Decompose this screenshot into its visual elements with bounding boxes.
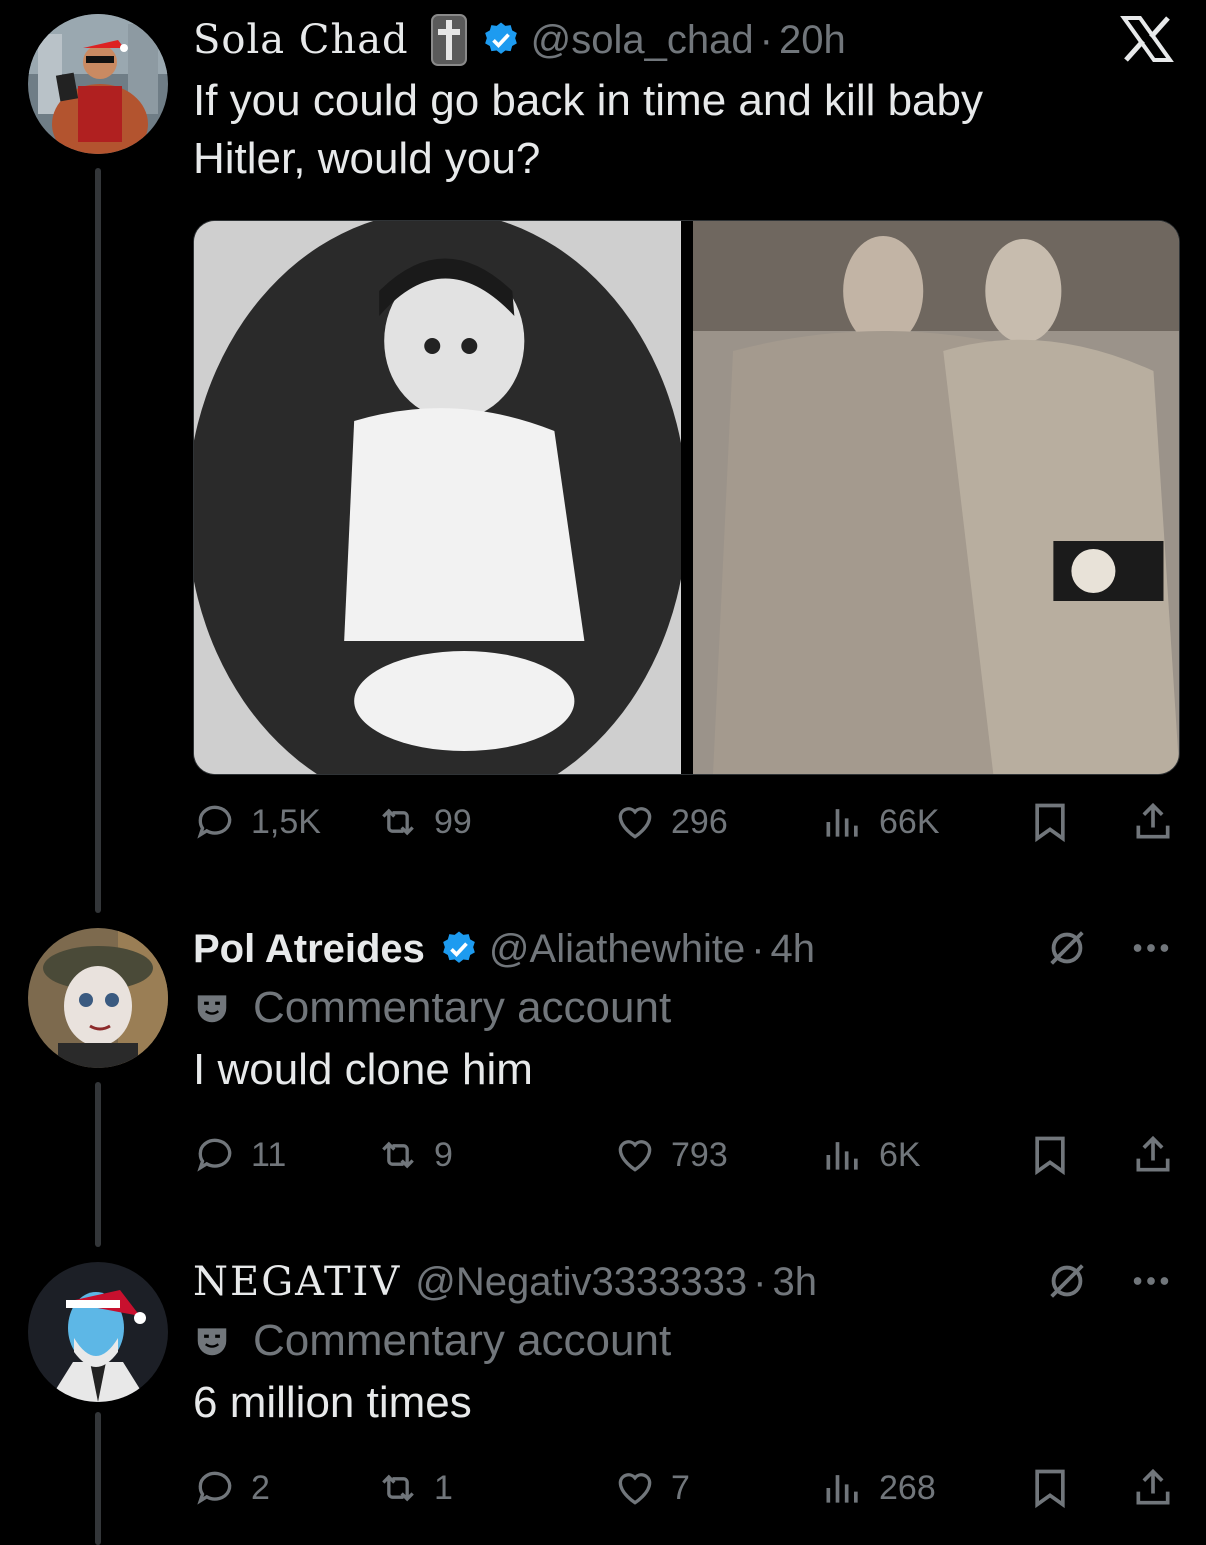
views-count: 268 [879, 1468, 936, 1507]
repost-icon [382, 1141, 414, 1169]
like-count: 7 [671, 1468, 690, 1507]
reply-count: 11 [251, 1135, 287, 1174]
avatar[interactable] [28, 1262, 168, 1402]
avatar[interactable] [28, 14, 168, 154]
uniform-photo-image[interactable] [692, 221, 1179, 774]
like-count: 793 [671, 1135, 728, 1174]
heart-icon [618, 807, 652, 839]
share-icon [1136, 1135, 1170, 1172]
reply-count: 1,5K [251, 802, 321, 841]
reply-button[interactable]: 1,5K [193, 800, 321, 844]
share-icon [1136, 802, 1170, 839]
like-button[interactable]: 7 [613, 1466, 690, 1510]
reply-button[interactable]: 2 [193, 1466, 270, 1510]
more-options-icon[interactable] [1128, 925, 1174, 971]
timestamp[interactable]: 3h [773, 1258, 818, 1306]
heart-icon [618, 1140, 652, 1172]
thread-line [95, 168, 101, 913]
repost-button[interactable]: 99 [376, 800, 472, 844]
baby-photo-image[interactable] [194, 221, 681, 774]
repost-count: 9 [434, 1135, 453, 1174]
grok-icon[interactable] [1044, 1258, 1090, 1304]
repost-count: 1 [434, 1468, 453, 1507]
user-handle[interactable]: @Negativ3333333 [415, 1258, 747, 1306]
verified-badge-icon[interactable] [481, 20, 521, 60]
display-name[interactable]: Sola Chad [193, 16, 409, 64]
commentary-text: Commentary account [253, 1316, 672, 1365]
separator-dot: · [753, 1260, 767, 1304]
repost-button[interactable]: 9 [376, 1133, 453, 1177]
tweet-text: I would clone him [193, 1045, 533, 1094]
heart-icon [618, 1473, 652, 1505]
tweet-media[interactable] [193, 220, 1180, 775]
timestamp[interactable]: 4h [771, 925, 816, 973]
repost-icon [382, 808, 414, 836]
views-button[interactable]: 66K [821, 800, 940, 844]
commentary-text: Commentary account [253, 983, 672, 1032]
like-button[interactable]: 793 [613, 1133, 728, 1177]
mask-icon [197, 1328, 227, 1356]
repost-count: 99 [434, 802, 472, 841]
more-options-icon[interactable] [1128, 1258, 1174, 1304]
display-name[interactable]: Pol Atreides [193, 925, 425, 973]
reply-count: 2 [251, 1468, 270, 1507]
tweet-text: If you could go back in time and kill ba… [193, 76, 984, 183]
grok-icon[interactable] [1044, 925, 1090, 971]
user-handle[interactable]: @sola_chad [531, 16, 754, 64]
views-button[interactable]: 268 [821, 1466, 936, 1510]
separator-dot: · [759, 18, 773, 62]
like-count: 296 [671, 802, 728, 841]
avatar[interactable] [28, 928, 168, 1068]
tweet-text: 6 million times [193, 1378, 472, 1427]
display-name[interactable]: NEGATIV [193, 1258, 401, 1306]
commentary-label: Commentary account [193, 983, 1176, 1033]
repost-button[interactable]: 1 [376, 1466, 453, 1510]
bookmark-button[interactable] [1028, 1466, 1072, 1510]
views-icon [826, 809, 858, 837]
views-icon [826, 1142, 858, 1170]
reply-button[interactable]: 11 [193, 1133, 286, 1177]
share-button[interactable] [1131, 1133, 1175, 1177]
separator-dot: · [751, 927, 765, 971]
bookmark-icon [1035, 1469, 1065, 1509]
views-count: 66K [879, 802, 940, 841]
thread-line [95, 1082, 101, 1247]
thread-line [95, 1412, 101, 1545]
bookmark-icon [1035, 803, 1065, 843]
views-count: 6K [879, 1135, 921, 1174]
repost-icon [382, 1474, 414, 1502]
bookmark-icon [1035, 1136, 1065, 1176]
commentary-label: Commentary account [193, 1316, 1176, 1366]
views-icon [826, 1475, 858, 1503]
share-icon [1136, 1468, 1170, 1505]
reply-icon [197, 1471, 232, 1505]
user-handle[interactable]: @Aliathewhite [489, 925, 745, 973]
share-button[interactable] [1131, 800, 1175, 844]
share-button[interactable] [1131, 1466, 1175, 1510]
mask-icon [197, 995, 227, 1023]
cross-emoji-icon [430, 14, 467, 66]
verified-badge-icon[interactable] [439, 929, 479, 969]
reply-icon [197, 1138, 232, 1172]
timestamp[interactable]: 20h [779, 16, 846, 64]
reply-icon [197, 805, 232, 839]
like-button[interactable]: 296 [613, 800, 728, 844]
views-button[interactable]: 6K [821, 1133, 921, 1177]
bookmark-button[interactable] [1028, 1133, 1072, 1177]
bookmark-button[interactable] [1028, 800, 1072, 844]
